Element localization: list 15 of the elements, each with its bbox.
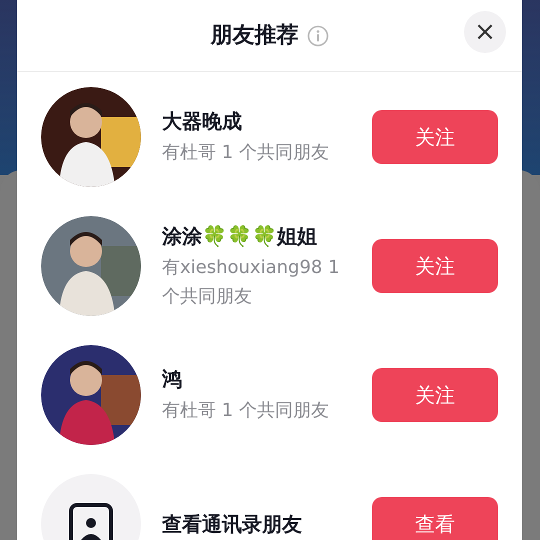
follow-button[interactable]: 关注 [372, 238, 498, 292]
view-button[interactable]: 查看 [372, 496, 498, 540]
mutual-friends-text: 有杜哥 1 个共同朋友 [162, 141, 330, 165]
follow-button[interactable]: 关注 [372, 110, 498, 164]
info-icon[interactable] [306, 24, 328, 46]
contact-card-icon [68, 502, 114, 540]
user-name: 大器晚成 [162, 108, 243, 135]
mutual-friends-text: 有杜哥 1 个共同朋友 [162, 399, 330, 423]
follow-button[interactable]: 关注 [372, 368, 498, 422]
user-name: 查看通讯录朋友 [162, 510, 303, 538]
dialog-title: 朋友推荐 [210, 22, 298, 50]
user-name: 鸿 [162, 366, 183, 393]
close-button[interactable]: × [464, 11, 506, 53]
mutual-friends-text: 有xieshouxiang98 1 个共同朋友 [162, 256, 341, 308]
user-name: 涂涂🍀🍀🍀姐姐 [162, 222, 318, 250]
